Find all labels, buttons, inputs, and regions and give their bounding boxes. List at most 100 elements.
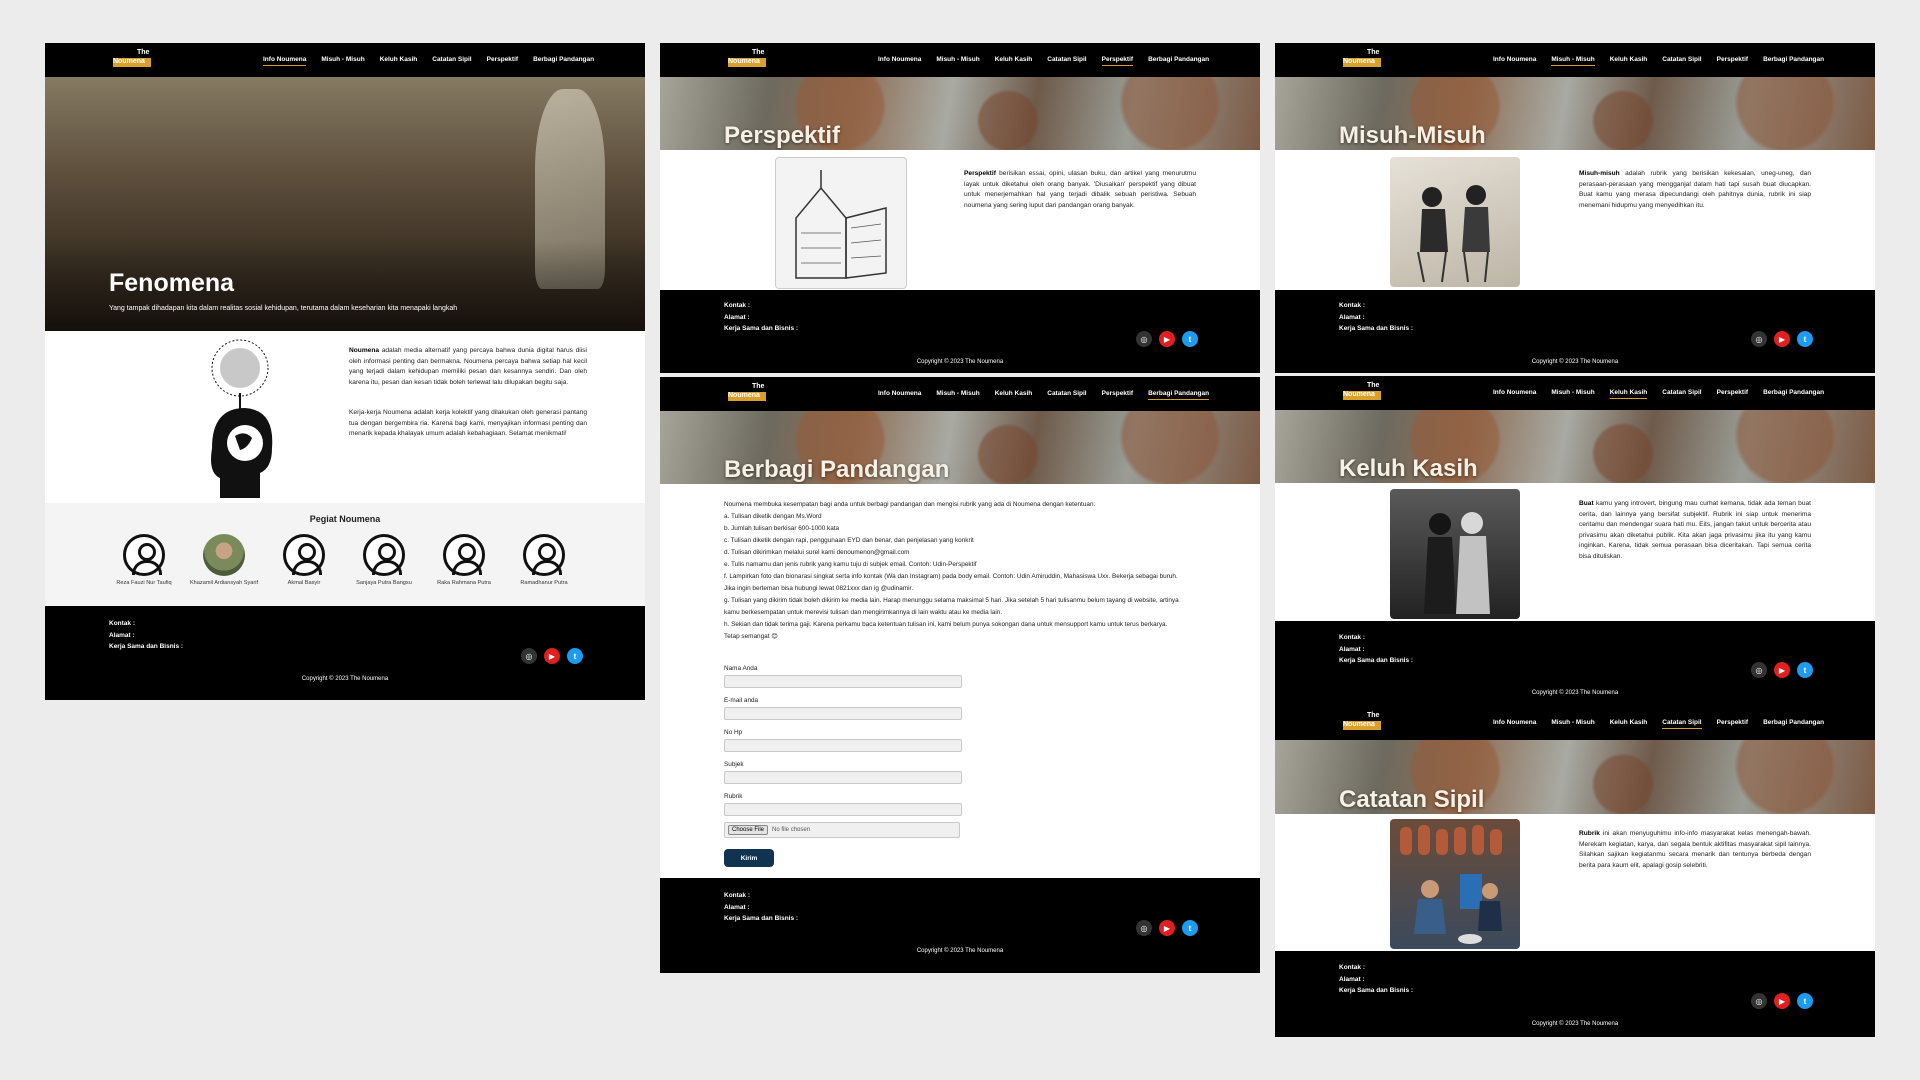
nav-catatan[interactable]: Catatan Sipil [432,56,471,66]
footer-kerja: Kerja Sama dan Bisnis : [109,643,184,650]
member-card: Akmal Basyir [264,534,344,587]
nav-perspektif[interactable]: Perspektif [1101,56,1134,66]
kirim-button[interactable]: Kirim [724,849,774,867]
twitter-icon[interactable]: t [1182,331,1198,347]
nav-perspektif[interactable]: Perspektif [1717,389,1748,399]
nav-keluh[interactable]: Keluh Kasih [1609,389,1648,399]
nav-catatan[interactable]: Catatan Sipil [1047,56,1086,66]
youtube-icon[interactable]: ▶ [1774,331,1790,347]
twitter-icon[interactable]: t [1797,993,1813,1009]
footer: Kontak : Alamat : Kerja Sama dan Bisnis : … [45,606,645,700]
nav-keluh[interactable]: Keluh Kasih [995,390,1033,400]
couple-photo [1390,157,1520,287]
instagram-icon[interactable]: ◎ [1751,331,1767,347]
nav-info-noumena[interactable]: Info Noumena [1493,56,1536,66]
footer-kontak: Kontak : [109,620,135,627]
rule-item: b. Jumlah tulisan berkisar 600-1000 kata [724,525,840,532]
rubrik-input[interactable] [724,803,962,816]
youtube-icon[interactable]: ▶ [1159,331,1175,347]
nav-misuh[interactable]: Misuh - Misuh [1551,389,1594,399]
nav-berbagi[interactable]: Berbagi Pandangan [1763,719,1824,729]
rule-item: e. Tulis namamu dan jenis rubrik yang ka… [724,561,977,568]
hero-subtitle: Yang tampak dihadapan kita dalam realita… [109,305,458,312]
youtube-icon[interactable]: ▶ [1774,662,1790,678]
berbagi-page: The Noumena Info Noumena Misuh - Misuh Ke… [660,377,1260,973]
twitter-icon[interactable]: t [1797,331,1813,347]
nav-misuh[interactable]: Misuh - Misuh [936,390,979,400]
nav-perspektif[interactable]: Perspektif [1717,719,1748,729]
nohp-input[interactable] [724,739,962,752]
logo[interactable]: The Noumena [728,49,766,71]
nav-info-noumena[interactable]: Info Noumena [878,390,921,400]
nav-keluh[interactable]: Keluh Kasih [380,56,418,66]
footer: Kontak : Alamat : Kerja Sama dan Bisnis : … [1275,951,1875,1037]
hero-painting-statue [535,89,605,289]
nav-catatan[interactable]: Catatan Sipil [1662,719,1702,729]
team-section: Pegiat Noumena Reza Fauzi Nur Taufiq Kha… [45,503,645,606]
nav-misuh[interactable]: Misuh - Misuh [1551,56,1595,66]
page-banner: Keluh Kasih [1275,410,1875,483]
nama-input[interactable] [724,675,962,688]
nav-perspektif[interactable]: Perspektif [487,56,518,66]
navbar: The Noumena Info Noumena Misuh - Misuh Ke… [1275,43,1875,77]
instagram-icon[interactable]: ◎ [1751,993,1767,1009]
label-nohp: No Hp [724,729,743,736]
nav-info-noumena[interactable]: Info Noumena [1493,719,1536,729]
logo[interactable]: The Noumena [1343,382,1381,404]
logo[interactable]: The Noumena [113,49,151,71]
nav-perspektif[interactable]: Perspektif [1102,390,1133,400]
nav-keluh[interactable]: Keluh Kasih [1610,56,1648,66]
instagram-icon[interactable]: ◎ [521,648,537,664]
nav-berbagi[interactable]: Berbagi Pandangan [1148,390,1210,400]
team-title: Pegiat Noumena [309,514,381,524]
twitter-icon[interactable]: t [1797,662,1813,678]
page-banner: Berbagi Pandangan [660,411,1260,484]
email-input[interactable] [724,707,962,720]
page-banner: Perspektif [660,77,1260,150]
logo[interactable]: The Noumena [728,383,766,405]
nav-menu: Info Noumena Misuh - Misuh Keluh Kasih C… [263,56,594,66]
nav-catatan[interactable]: Catatan Sipil [1047,390,1086,400]
page-banner: Misuh-Misuh [1275,77,1875,150]
instagram-icon[interactable]: ◎ [1136,331,1152,347]
file-upload[interactable]: Choose File No file chosen [724,822,960,838]
member-card: Ramadhanur Putra [504,534,584,587]
perspektif-page: The Noumena Info Noumena Misuh - Misuh Ke… [660,43,1260,373]
rubrik-description: Rubrik ini akan menyuguhimu info-info ma… [1579,830,1811,869]
nav-info-noumena[interactable]: Info Noumena [263,56,307,66]
member-card: Raka Rahmana Putra [424,534,504,587]
keluh-page: The Noumena Info Noumena Misuh - Misuh Ke… [1275,376,1875,706]
instagram-icon[interactable]: ◎ [1751,662,1767,678]
nav-berbagi[interactable]: Berbagi Pandangan [1148,56,1209,66]
footer: Kontak : Alamat : Kerja Sama dan Bisnis : … [1275,621,1875,706]
twitter-icon[interactable]: t [567,648,583,664]
logo[interactable]: The Noumena [1343,712,1381,734]
nav-berbagi[interactable]: Berbagi Pandangan [1763,389,1824,399]
footer: Kontak : Alamat : Kerja Sama dan Bisnis : … [1275,290,1875,373]
logo[interactable]: The Noumena [1343,49,1381,71]
nav-misuh[interactable]: Misuh - Misuh [936,56,979,66]
market-vendor-photo [1390,819,1520,949]
nav-misuh[interactable]: Misuh - Misuh [321,56,364,66]
instagram-icon[interactable]: ◎ [1136,920,1152,936]
footer: Kontak : Alamat : Kerja Sama dan Bisnis : … [660,290,1260,373]
nav-misuh[interactable]: Misuh - Misuh [1551,719,1594,729]
page-title: Misuh-Misuh [1339,122,1486,149]
nav-berbagi[interactable]: Berbagi Pandangan [1763,56,1824,66]
nav-berbagi[interactable]: Berbagi Pandangan [533,56,594,66]
youtube-icon[interactable]: ▶ [544,648,560,664]
nav-catatan[interactable]: Catatan Sipil [1662,389,1701,399]
about-paragraph-2: Kerja-kerja Noumena adalah kerja kolekti… [349,409,587,437]
youtube-icon[interactable]: ▶ [1159,920,1175,936]
nav-catatan[interactable]: Catatan Sipil [1662,56,1701,66]
nav-info-noumena[interactable]: Info Noumena [878,56,921,66]
youtube-icon[interactable]: ▶ [1774,993,1790,1009]
twitter-icon[interactable]: t [1182,920,1198,936]
nav-info-noumena[interactable]: Info Noumena [1493,389,1536,399]
subjek-input[interactable] [724,771,962,784]
nav-keluh[interactable]: Keluh Kasih [995,56,1033,66]
nav-keluh[interactable]: Keluh Kasih [1610,719,1648,729]
bw-couple-photo [1390,489,1520,619]
choose-file-button[interactable]: Choose File [728,825,769,835]
nav-perspektif[interactable]: Perspektif [1717,56,1748,66]
